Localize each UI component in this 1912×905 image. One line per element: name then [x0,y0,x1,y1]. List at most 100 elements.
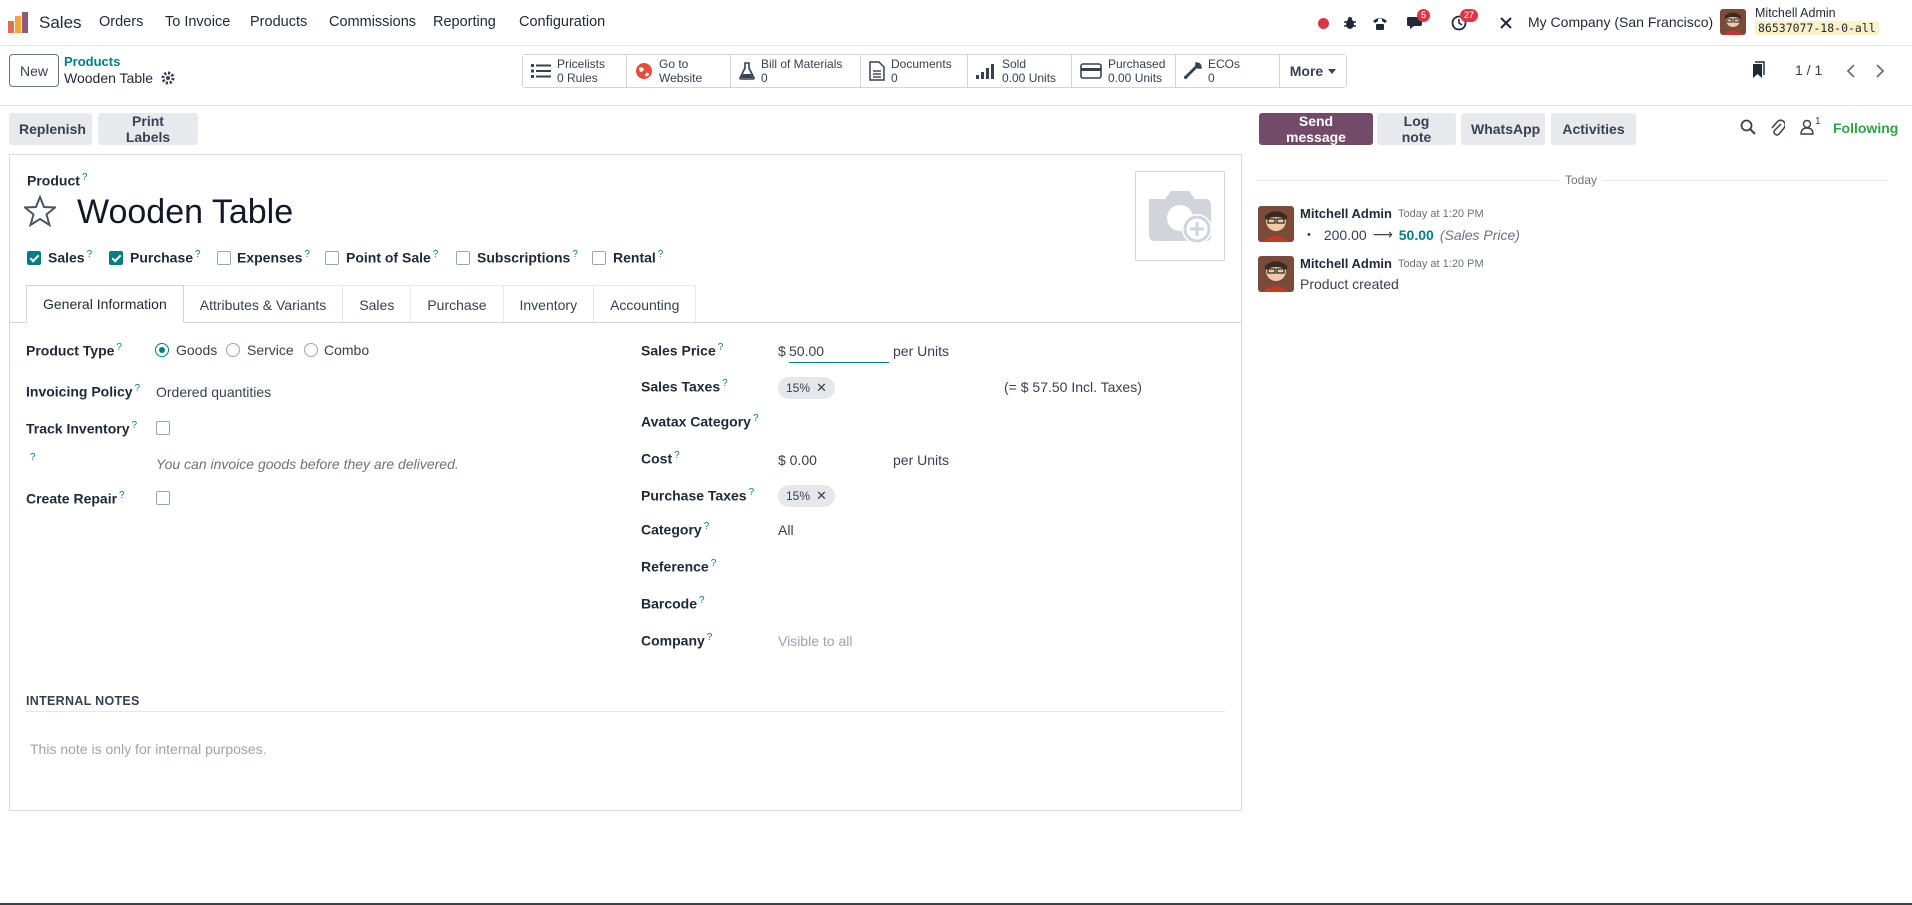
help-tooltip-icon[interactable]: ? [30,452,36,463]
followers-button[interactable]: 1 [1800,116,1821,135]
remove-tag-icon[interactable]: ✕ [816,380,827,396]
print-labels-button[interactable]: Print Labels [98,113,198,145]
product-label: Product? [27,172,88,189]
paperclip-icon[interactable] [1771,119,1785,137]
remove-tag-icon[interactable]: ✕ [816,488,827,504]
tab-inventory[interactable]: Inventory [502,285,595,323]
breadcrumb-products[interactable]: Products [64,54,120,69]
user-name[interactable]: Mitchell Admin [1755,6,1836,20]
company-switcher[interactable]: My Company (San Francisco) [1528,14,1713,30]
more-button[interactable]: More [1280,55,1346,87]
tools-icon[interactable] [1497,11,1515,35]
record-icon[interactable] [1316,11,1330,35]
rental-checkbox[interactable] [592,251,606,265]
menu-products[interactable]: Products [250,14,307,30]
purchase-tax-tag[interactable]: 15% ✕ [778,485,835,507]
activities-button[interactable]: Activities [1551,113,1636,145]
service-radio[interactable] [226,343,240,357]
stat-label: Documents [891,57,952,71]
sales-tax-tag[interactable]: 15% ✕ [778,377,835,399]
point-of-sale-checkbox[interactable] [325,251,339,265]
user-icon [1800,119,1814,135]
credit-card-icon [1080,63,1102,79]
message-author[interactable]: Mitchell Admin [1300,206,1392,221]
company-label: Company? [641,632,713,649]
documents-button[interactable]: Documents 0 [861,55,968,87]
bill-of-materials-button[interactable]: Bill of Materials 0 [731,55,861,87]
database-name: 86537077-18-0-all [1755,21,1879,35]
sold-button[interactable]: Sold 0.00 Units [968,55,1072,87]
purchase-checkbox[interactable] [109,251,123,265]
invoicing-policy-select[interactable]: Ordered quantities [156,384,271,400]
tag-label: 15% [786,381,811,395]
send-message-button[interactable]: Send message [1259,113,1373,145]
create-repair-checkbox[interactable] [156,491,170,505]
replenish-button[interactable]: Replenish [9,113,92,145]
purchase-option-label: Purchase? [130,249,201,266]
cost-input[interactable]: $ 0.00 [778,452,817,468]
stat-label: Pricelists [557,57,606,71]
messages-icon[interactable]: 5 [1404,9,1431,35]
expenses-checkbox[interactable] [217,251,231,265]
pager-previous-button[interactable] [1838,58,1864,84]
menu-to-invoice[interactable]: To Invoice [165,14,230,30]
phone-icon[interactable] [1370,11,1390,35]
menu-orders[interactable]: Orders [99,14,143,30]
tab-attributes-variants[interactable]: Attributes & Variants [182,285,344,323]
combo-radio[interactable] [304,343,318,357]
create-repair-label: Create Repair? [26,490,125,507]
menu-configuration[interactable]: Configuration [519,14,605,30]
user-avatar[interactable] [1720,9,1746,35]
sales-app-icon[interactable] [7,12,29,34]
search-icon[interactable] [1740,119,1756,135]
go-to-website-button[interactable]: Go to Website [627,55,731,87]
menu-commissions[interactable]: Commissions [329,14,416,30]
tab-accounting[interactable]: Accounting [593,285,697,323]
message-author[interactable]: Mitchell Admin [1300,256,1392,271]
purchased-button[interactable]: Purchased 0.00 Units [1072,55,1176,87]
combo-option-label: Combo [324,342,370,358]
log-note-button[interactable]: Log note [1377,113,1456,145]
ecos-button[interactable]: ECOs 0 [1176,55,1280,87]
sales-price-input[interactable]: 50.00 [789,343,889,363]
message-avatar[interactable] [1258,206,1294,242]
chevron-left-icon [1846,64,1855,78]
sales-checkbox[interactable] [27,251,41,265]
message-avatar[interactable] [1258,256,1294,292]
goods-radio[interactable] [155,343,169,357]
product-type-label: Product Type? [26,342,122,359]
company-select[interactable]: Visible to all [778,633,852,649]
new-button[interactable]: New [9,54,59,87]
stat-value: 0 [891,71,898,85]
star-favorite-icon[interactable] [24,195,56,227]
gear-icon[interactable] [160,70,176,86]
internal-notes-editor[interactable]: This note is only for internal purposes. [30,741,267,757]
activity-clock-icon[interactable]: 27 [1448,9,1479,35]
tab-general-information[interactable]: General Information [26,285,184,323]
more-label: More [1289,63,1324,79]
pager-next-button[interactable] [1867,58,1893,84]
product-image-placeholder[interactable] [1135,171,1225,261]
following-button[interactable]: Following [1833,120,1898,136]
followers-count: 1 [1815,116,1821,127]
tab-sales[interactable]: Sales [342,285,412,323]
bookmark-icon[interactable] [1750,61,1766,79]
pricelists-button[interactable]: Pricelists 0 Rules [523,55,627,87]
menu-reporting[interactable]: Reporting [433,14,496,30]
app-name[interactable]: Sales [39,13,82,33]
whatsapp-button[interactable]: WhatsApp [1461,113,1545,145]
debug-bug-icon[interactable] [1341,11,1359,35]
stat-value: 0.00 Units [1108,71,1163,85]
category-select[interactable]: All [778,522,794,538]
goods-option-label: Goods [176,342,218,358]
pager-value[interactable]: 1 / 1 [1795,62,1822,78]
subscriptions-checkbox[interactable] [456,251,470,265]
track-inventory-checkbox[interactable] [156,421,170,435]
control-panel-divider [0,105,1912,106]
messages-badge: 5 [1417,9,1431,22]
sales-price-label: Sales Price? [641,342,724,359]
chevron-right-icon [1876,64,1885,78]
tab-purchase[interactable]: Purchase [410,285,504,323]
product-name-input[interactable]: Wooden Table [77,193,293,232]
sales-taxes-label: Sales Taxes? [641,378,728,395]
